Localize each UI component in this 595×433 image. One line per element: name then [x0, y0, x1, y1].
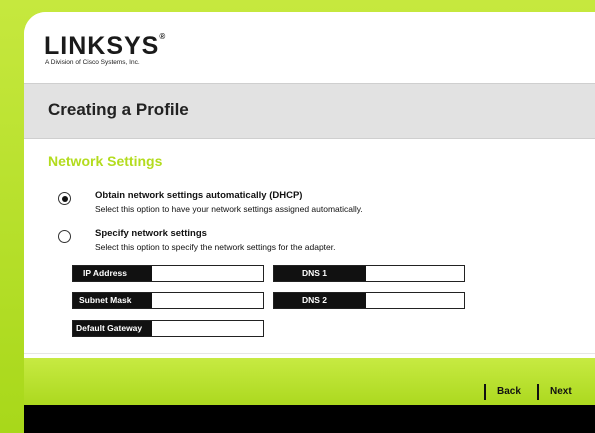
specify-option-title[interactable]: Specify network settings [95, 228, 207, 239]
specify-option-description: Select this option to specify the networ… [95, 242, 336, 252]
bottom-bar [24, 405, 595, 433]
dns1-field[interactable]: DNS 1 [273, 265, 465, 282]
subnet-mask-field[interactable]: Subnet Mask [72, 292, 264, 309]
default-gateway-input[interactable] [150, 321, 263, 336]
default-gateway-label: Default Gateway [73, 321, 152, 336]
dhcp-radio[interactable] [58, 192, 71, 205]
dhcp-option-description: Select this option to have your network … [95, 204, 363, 214]
content-divider [24, 353, 595, 354]
subnet-mask-input[interactable] [150, 293, 263, 308]
wizard-window: LINKSYS® A Division of Cisco Systems, In… [24, 12, 595, 433]
linksys-logo: LINKSYS® [44, 31, 167, 60]
back-button[interactable]: Back [484, 384, 521, 400]
ip-address-label: IP Address [73, 266, 152, 281]
dhcp-option-title[interactable]: Obtain network settings automatically (D… [95, 190, 302, 201]
title-band: Creating a Profile [24, 83, 595, 139]
dns2-label: DNS 2 [274, 293, 366, 308]
dns2-input[interactable] [364, 293, 464, 308]
logo-area: LINKSYS® A Division of Cisco Systems, In… [24, 12, 595, 83]
default-gateway-field[interactable]: Default Gateway [72, 320, 264, 337]
ip-address-input[interactable] [150, 266, 263, 281]
section-title: Network Settings [48, 153, 163, 169]
specify-radio[interactable] [58, 230, 71, 243]
logo-tagline: A Division of Cisco Systems, Inc. [45, 59, 140, 66]
subnet-mask-label: Subnet Mask [73, 293, 152, 308]
page-title: Creating a Profile [48, 100, 189, 119]
next-button[interactable]: Next [537, 384, 572, 400]
dns2-field[interactable]: DNS 2 [273, 292, 465, 309]
dns1-input[interactable] [364, 266, 464, 281]
ip-address-field[interactable]: IP Address [72, 265, 264, 282]
wizard-frame: LINKSYS® A Division of Cisco Systems, In… [0, 0, 595, 433]
dns1-label: DNS 1 [274, 266, 366, 281]
